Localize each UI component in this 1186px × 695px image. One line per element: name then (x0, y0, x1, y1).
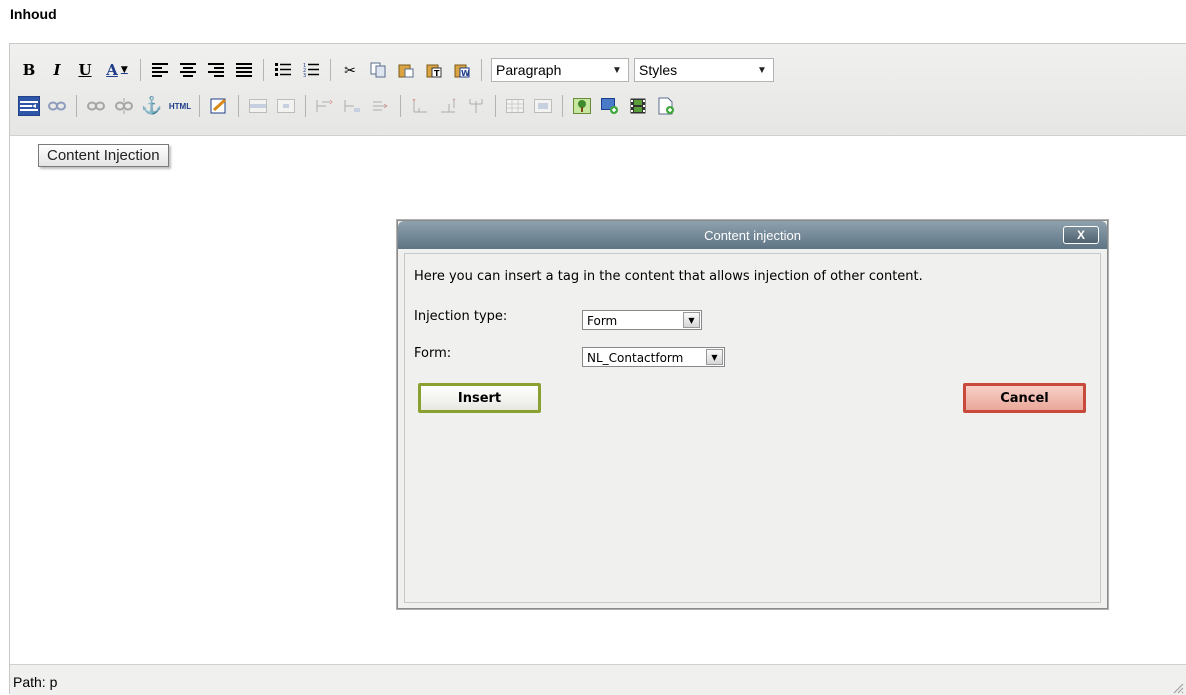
insert-col-before-icon[interactable] (407, 94, 433, 118)
format-select[interactable]: Paragraph ▼ (491, 58, 629, 82)
content-injection-icon[interactable] (16, 94, 42, 118)
dialog-body: Here you can insert a tag in the content… (404, 253, 1101, 603)
styles-select[interactable]: Styles ▼ (634, 58, 774, 82)
injection-type-label: Injection type: (414, 309, 508, 324)
chevron-down-icon: ▼ (757, 64, 767, 76)
svg-text:3: 3 (303, 73, 306, 77)
form-label: Form: (414, 346, 452, 361)
separator (76, 95, 77, 117)
underline-button[interactable]: U (72, 58, 98, 82)
delete-col-icon[interactable] (463, 94, 489, 118)
bold-button[interactable]: B (16, 58, 42, 82)
forecolor-label: A (106, 61, 118, 79)
form-select-value: NL_Contactform (587, 351, 684, 365)
separator (199, 95, 200, 117)
svg-text:T: T (434, 69, 440, 78)
bullet-list-icon[interactable] (270, 58, 296, 82)
align-left-icon[interactable] (147, 58, 173, 82)
tooltip: Content Injection (38, 144, 169, 167)
table-row-icon[interactable] (245, 94, 271, 118)
close-button[interactable]: X (1063, 226, 1099, 244)
chevron-down-icon: ▼ (120, 65, 128, 75)
paste-icon[interactable] (393, 58, 419, 82)
cut-icon[interactable]: ✂ (337, 58, 363, 82)
dialog-title-bar: Content injection X (398, 221, 1107, 249)
element-path: Path: p (13, 674, 58, 690)
align-center-icon[interactable] (175, 58, 201, 82)
anchor-icon[interactable]: ⚓ (139, 94, 165, 118)
insert-media-icon[interactable] (597, 94, 623, 118)
dialog-title: Content injection (704, 227, 801, 243)
styles-select-value: Styles (639, 62, 678, 78)
svg-text:W: W (461, 69, 470, 78)
italic-button[interactable]: I (44, 58, 70, 82)
film-icon[interactable] (625, 94, 651, 118)
align-justify-icon[interactable] (231, 58, 257, 82)
separator (400, 95, 401, 117)
split-cells-icon[interactable] (502, 94, 528, 118)
insert-row-after-icon[interactable] (340, 94, 366, 118)
editor-toolbar: B I U A▼ 123 ✂ T W Paragraph▼ Styles▼ (10, 44, 1186, 136)
forecolor-button[interactable]: A ▼ (100, 58, 134, 82)
toolbar-row-2: ⚓ HTML (16, 92, 679, 120)
unlink-icon[interactable] (111, 94, 137, 118)
delete-row-icon[interactable] (368, 94, 394, 118)
link-icon[interactable] (44, 94, 70, 118)
insert-link-icon[interactable] (83, 94, 109, 118)
copy-icon[interactable] (365, 58, 391, 82)
chevron-down-icon: ▼ (706, 349, 723, 365)
injection-type-select[interactable]: Form ▼ (582, 310, 702, 330)
cancel-button[interactable]: Cancel (963, 383, 1086, 413)
table-cell-icon[interactable] (273, 94, 299, 118)
edit-icon[interactable] (206, 94, 232, 118)
section-title: Inhoud (10, 6, 57, 22)
form-select[interactable]: NL_Contactform ▼ (582, 347, 725, 367)
separator (495, 95, 496, 117)
paste-text-icon[interactable]: T (421, 58, 447, 82)
separator (238, 95, 239, 117)
separator (305, 95, 306, 117)
insert-image-icon[interactable] (569, 94, 595, 118)
separator (562, 95, 563, 117)
html-source-button[interactable]: HTML (167, 94, 193, 118)
paste-word-icon[interactable]: W (449, 58, 475, 82)
insert-row-before-icon[interactable] (312, 94, 338, 118)
status-bar: Path: p (10, 664, 1186, 695)
separator (330, 59, 331, 81)
resize-handle-icon[interactable] (1172, 682, 1184, 694)
insert-file-icon[interactable] (653, 94, 679, 118)
content-injection-dialog: Content injection X Here you can insert … (397, 220, 1108, 609)
insert-col-after-icon[interactable] (435, 94, 461, 118)
separator (140, 59, 141, 81)
separator (481, 59, 482, 81)
injection-type-value: Form (587, 314, 618, 328)
chevron-down-icon: ▼ (683, 312, 700, 328)
align-right-icon[interactable] (203, 58, 229, 82)
merge-cells-icon[interactable] (530, 94, 556, 118)
dialog-intro-text: Here you can insert a tag in the content… (414, 269, 923, 284)
chevron-down-icon: ▼ (612, 64, 622, 76)
numbered-list-icon[interactable]: 123 (298, 58, 324, 82)
separator (263, 59, 264, 81)
insert-button[interactable]: Insert (418, 383, 541, 413)
toolbar-row-1: B I U A ▼ 123 ✂ T W Paragraph ▼ Styles ▼ (16, 56, 774, 84)
format-select-value: Paragraph (496, 62, 562, 78)
